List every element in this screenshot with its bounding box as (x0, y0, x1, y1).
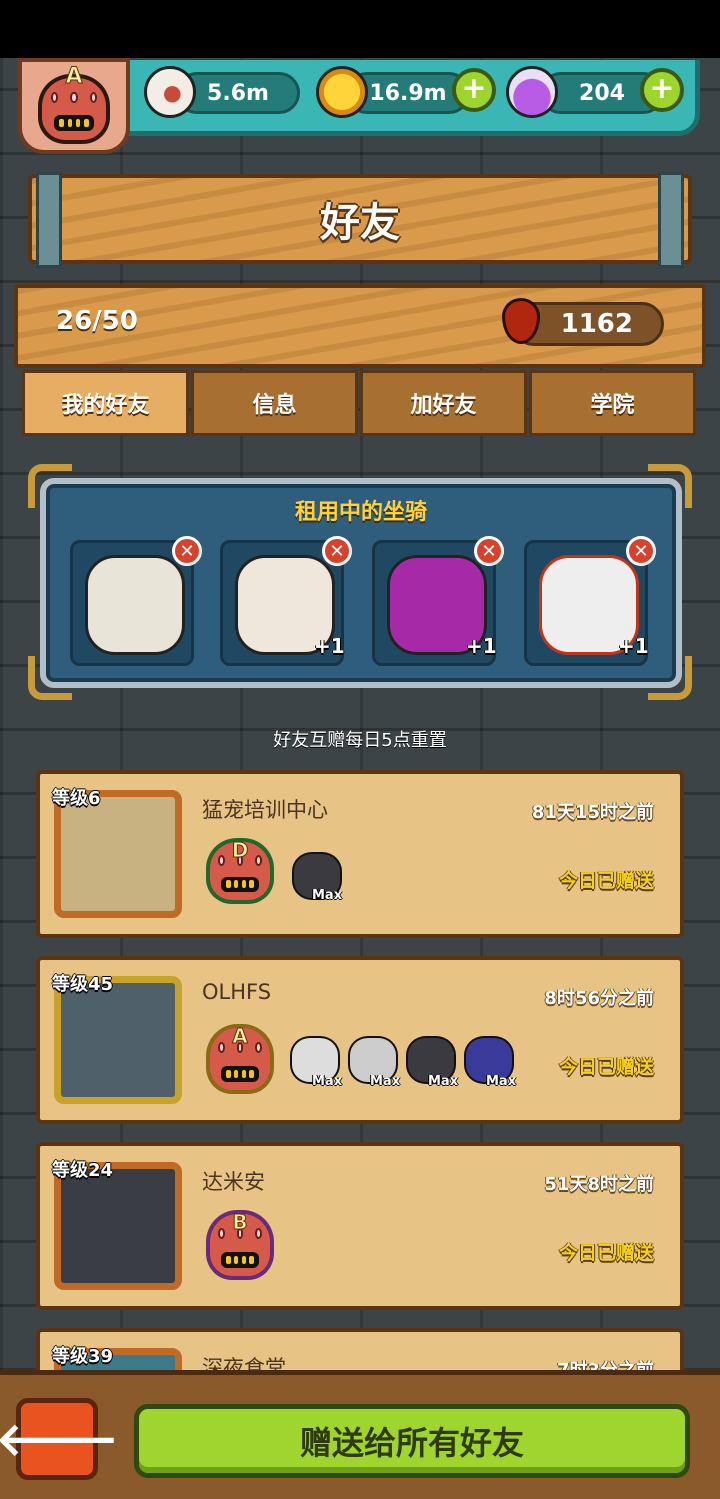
remove-mount-button[interactable]: ✕ (626, 536, 656, 566)
friend-level: 等级24 (52, 1160, 114, 1181)
friend-name: 猛宠培训中心 (202, 798, 328, 822)
eyeball-icon (144, 66, 196, 118)
coin-icon (316, 66, 368, 118)
friend-level: 等级45 (52, 974, 114, 995)
friend-level: 等级39 (52, 1346, 114, 1367)
tab-my-friends[interactable]: 我的好友 (22, 370, 189, 436)
back-button[interactable]: 🡐 (0, 1398, 119, 1480)
last-online: 8时56分之前 (544, 988, 654, 1009)
daily-reset-note: 好友互赠每日5点重置 (273, 730, 447, 751)
mount-max-label: Max (312, 1074, 343, 1089)
mount-max-label: Max (428, 1074, 459, 1089)
buy-potions-button[interactable]: + (640, 68, 684, 112)
back-arrow-icon: 🡐 (0, 1412, 119, 1466)
gift-status: 今日已赠送 (558, 1242, 654, 1264)
remove-mount-button[interactable]: ✕ (172, 536, 202, 566)
blood-value: 1162 (560, 309, 633, 339)
gift-status: 今日已赠送 (558, 1056, 654, 1078)
mount-max-label: Max (312, 888, 343, 903)
friend-name: 达米安 (202, 1170, 265, 1194)
last-online: 51天8时之前 (544, 1174, 654, 1195)
friend-grade: B (232, 1210, 248, 1235)
status-bar (0, 0, 720, 58)
mech-mount-icon (85, 555, 185, 655)
tab-messages[interactable]: 信息 (191, 370, 358, 436)
eyeball-value: 5.6m (207, 80, 269, 106)
gift-status: 今日已赠送 (558, 870, 654, 892)
mount-max-label: Max (370, 1074, 401, 1089)
gift-all-friends-button[interactable]: 赠送给所有好友 (134, 1404, 690, 1478)
friend-name: OLHFS (202, 980, 272, 1004)
mount-bonus: +1 (618, 634, 649, 658)
friend-count: 26/50 (56, 306, 138, 336)
buy-coins-button[interactable]: + (452, 68, 496, 112)
friend-grade: D (231, 838, 249, 863)
player-avatar[interactable]: A (18, 58, 130, 154)
mount-max-label: Max (486, 1074, 517, 1089)
tab-add-friend[interactable]: 加好友 (360, 370, 527, 436)
last-online: 81天15时之前 (531, 802, 654, 823)
remove-mount-button[interactable]: ✕ (322, 536, 352, 566)
friend-level: 等级6 (52, 788, 101, 809)
panel-corner (648, 656, 692, 700)
page-title: 好友 (320, 200, 400, 246)
coin-value: 16.9m (369, 80, 447, 106)
mount-bonus: +1 (466, 634, 497, 658)
panel-corner (28, 656, 72, 700)
potion-icon (506, 66, 558, 118)
gift-all-label: 赠送给所有好友 (299, 1424, 524, 1462)
player-grade: A (65, 64, 83, 90)
tab-academy[interactable]: 学院 (529, 370, 696, 436)
rented-mounts-title: 租用中的坐骑 (294, 500, 427, 525)
remove-mount-button[interactable]: ✕ (474, 536, 504, 566)
mount-bonus: +1 (314, 634, 345, 658)
friend-grade: A (232, 1024, 248, 1049)
friends-tabs: 我的好友 信息 加好友 学院 (22, 370, 698, 436)
potion-value: 204 (579, 80, 625, 106)
